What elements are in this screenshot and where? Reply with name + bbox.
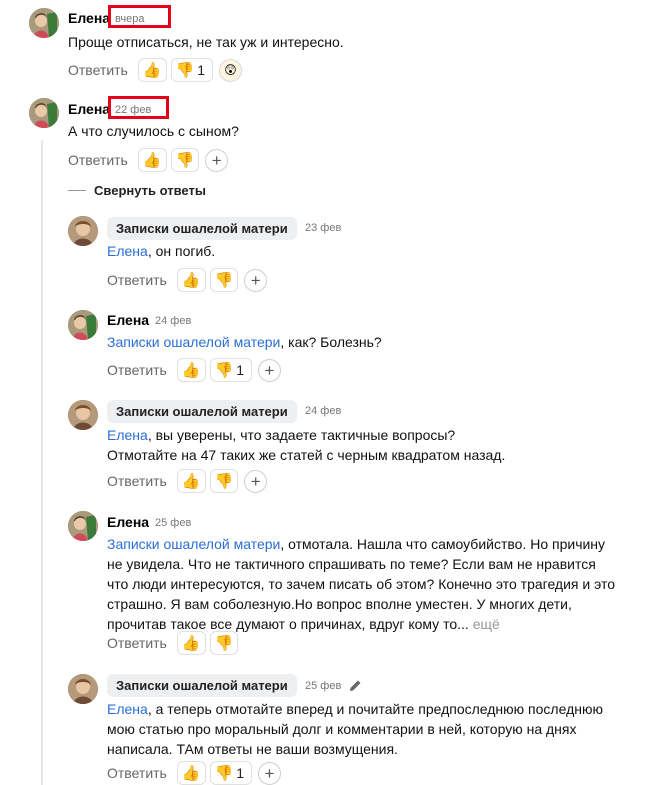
thumbs-up-icon: 👍 <box>142 61 162 79</box>
comment-date: 25 фев <box>155 517 192 529</box>
thumbs-down-icon: 👎 <box>214 472 234 490</box>
comment-body-line2: Отмотайте на 47 таких же статей с черным… <box>107 447 506 463</box>
comment-body: , он погиб. <box>147 243 216 259</box>
add-reaction-button[interactable]: + <box>244 469 268 493</box>
add-reaction-button[interactable]: + <box>258 358 282 382</box>
comment-body: , вы уверены, что задаете тактичные вопр… <box>147 427 456 443</box>
thumbs-down-icon: 👎 <box>175 151 195 169</box>
dislike-button[interactable]: 👎 <box>209 268 239 292</box>
comment-author[interactable]: Елена <box>107 514 149 530</box>
like-button[interactable]: 👍 <box>176 761 206 785</box>
avatar[interactable] <box>29 98 59 128</box>
highlight-box <box>108 96 169 119</box>
collapse-dash <box>68 190 86 191</box>
highlight-box <box>108 5 171 28</box>
show-more-link[interactable]: ещё <box>473 616 500 632</box>
add-reaction-button[interactable]: + <box>244 268 268 292</box>
reply-button[interactable]: Ответить <box>107 765 167 781</box>
dislike-button[interactable]: 👎 1 <box>209 358 253 382</box>
comment-text: Елена, он погиб. <box>107 241 627 261</box>
comment-body: , как? Болезнь? <box>280 334 382 350</box>
like-button[interactable]: 👍 <box>176 268 206 292</box>
dislike-button[interactable]: 👎 1 <box>209 761 253 785</box>
comment-text: А что случилось с сыном? <box>68 123 239 139</box>
mention-link[interactable]: Елена <box>107 427 148 443</box>
comment-text: Елена, а теперь отмотайте вперед и почит… <box>107 699 627 759</box>
thumbs-up-icon: 👍 <box>181 764 201 782</box>
comment-text: Проще отписаться, не так уж и интересно. <box>68 34 344 50</box>
astonished-reaction-icon[interactable]: 😲 <box>219 58 243 82</box>
avatar[interactable] <box>68 400 98 430</box>
comment-text: Елена, вы уверены, что задаете тактичные… <box>107 425 627 465</box>
comment-date: 25 фев <box>305 680 342 692</box>
thumbs-down-icon: 👎 <box>214 764 234 782</box>
like-button[interactable]: 👍 <box>137 148 167 172</box>
thumbs-up-icon: 👍 <box>142 151 162 169</box>
comment-actions: Ответить 👍 👎 1 + <box>107 760 282 785</box>
comment-author[interactable]: Елена <box>68 10 110 26</box>
comment-author[interactable]: Записки ошалелой матери <box>107 400 297 423</box>
dislike-button[interactable]: 👎 <box>170 148 200 172</box>
comment-author[interactable]: Записки ошалелой матери <box>107 674 297 697</box>
reply-button[interactable]: Ответить <box>68 62 128 78</box>
thumbs-down-icon: 👎 <box>214 271 234 289</box>
comment-date: 24 фев <box>155 315 192 327</box>
comment-author[interactable]: Елена <box>68 101 110 117</box>
comment-author[interactable]: Записки ошалелой матери <box>107 217 297 240</box>
comment-date: 23 фев <box>305 222 342 234</box>
comment-text: Записки ошалелой матери, как? Болезнь? <box>107 332 627 352</box>
thumbs-down-icon: 👎 <box>214 361 234 379</box>
thumbs-down-icon: 👎 <box>175 61 195 79</box>
avatar[interactable] <box>29 8 59 38</box>
comment-author[interactable]: Елена <box>107 312 149 328</box>
comment-date: 24 фев <box>305 405 342 417</box>
reply-button[interactable]: Ответить <box>107 473 167 489</box>
thumbs-up-icon: 👍 <box>181 634 201 652</box>
dislike-count: 1 <box>236 362 245 378</box>
like-button[interactable]: 👍 <box>176 358 206 382</box>
mention-link[interactable]: Елена <box>107 701 148 717</box>
dislike-button[interactable]: 👎 <box>209 469 239 493</box>
reply-button[interactable]: Ответить <box>107 362 167 378</box>
comment-actions: Ответить 👍 👎 1 😲 <box>68 57 243 83</box>
edited-pencil-icon <box>350 680 361 691</box>
comment-text: Записки ошалелой матери, отмотала. Нашла… <box>107 534 617 634</box>
comment-actions: Ответить 👍 👎 1 + <box>107 357 282 383</box>
thumbs-up-icon: 👍 <box>181 472 201 490</box>
mention-link[interactable]: Записки ошалелой матери <box>107 536 280 552</box>
thumbs-up-icon: 👍 <box>181 361 201 379</box>
mention-link[interactable]: Записки ошалелой матери <box>107 334 280 350</box>
comment-actions: Ответить 👍 👎 + <box>107 468 268 494</box>
comment-actions: Ответить 👍 👎 + <box>107 267 268 293</box>
comment-actions: Ответить 👍 👎 + <box>68 147 229 173</box>
avatar[interactable] <box>68 216 98 246</box>
dislike-button[interactable]: 👎 <box>209 631 239 655</box>
add-reaction-button[interactable]: + <box>205 148 229 172</box>
like-button[interactable]: 👍 <box>137 58 167 82</box>
comment-body: , а теперь отмотайте вперед и почитайте … <box>107 701 603 757</box>
dislike-count: 1 <box>236 765 245 781</box>
dislike-button[interactable]: 👎 1 <box>170 58 214 82</box>
like-button[interactable]: 👍 <box>176 631 206 655</box>
comment-actions: Ответить 👍 👎 <box>107 630 242 656</box>
collapse-replies-label: Свернуть ответы <box>94 183 206 198</box>
mention-link[interactable]: Елена <box>107 243 148 259</box>
reply-button[interactable]: Ответить <box>107 272 167 288</box>
thread-line <box>41 140 43 785</box>
dislike-count: 1 <box>197 62 206 78</box>
add-reaction-button[interactable]: + <box>258 761 282 785</box>
avatar[interactable] <box>68 511 98 541</box>
reply-button[interactable]: Ответить <box>107 635 167 651</box>
avatar[interactable] <box>68 674 98 704</box>
avatar[interactable] <box>68 310 98 340</box>
reply-button[interactable]: Ответить <box>68 152 128 168</box>
thumbs-up-icon: 👍 <box>181 271 201 289</box>
like-button[interactable]: 👍 <box>176 469 206 493</box>
thumbs-down-icon: 👎 <box>214 634 234 652</box>
collapse-replies-toggle[interactable]: Свернуть ответы <box>68 183 206 198</box>
